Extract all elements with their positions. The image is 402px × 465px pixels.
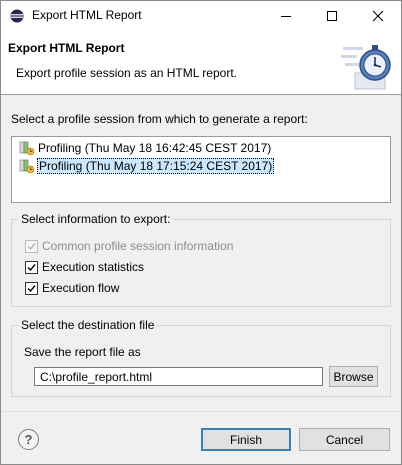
dialog-window: Export HTML Report Export HTML Report Ex… [0, 0, 402, 465]
footer-divider [1, 411, 401, 412]
checkmark-icon [27, 263, 36, 271]
stopwatch-banner-icon [341, 45, 391, 90]
window-title: Export HTML Report [32, 8, 142, 22]
execution-flow-checkbox[interactable] [25, 281, 38, 295]
help-symbol: ? [24, 432, 33, 447]
minimize-icon [281, 16, 291, 17]
checkmark-icon [27, 284, 36, 292]
cancel-button-label: Cancel [325, 432, 364, 447]
page-title: Export HTML Report [8, 41, 125, 55]
wizard-header: Export HTML Report Export profile sessio… [1, 31, 401, 95]
cancel-button[interactable]: Cancel [299, 428, 390, 451]
session-item-label: Profiling (Thu May 18 17:15:24 CEST 2017… [37, 158, 275, 174]
execution-flow-checkbox-row[interactable]: Execution flow [25, 281, 119, 295]
session-item-selected[interactable]: Profiling (Thu May 18 17:15:24 CEST 2017… [19, 158, 275, 174]
browse-button[interactable]: Browse [329, 366, 378, 387]
destination-file-value: C:\profile_report.html [40, 370, 153, 384]
browse-button-label: Browse [333, 369, 374, 384]
common-info-label: Common profile session information [42, 239, 234, 253]
execution-statistics-label[interactable]: Execution statistics [42, 260, 144, 274]
finish-button-label: Finish [229, 432, 262, 447]
checkmark-icon [27, 242, 36, 250]
title-bar[interactable]: Export HTML Report [1, 1, 401, 31]
finish-button[interactable]: Finish [201, 428, 291, 451]
common-info-checkbox-row: Common profile session information [25, 239, 233, 253]
maximize-button[interactable] [309, 1, 355, 31]
execution-statistics-checkbox[interactable] [25, 260, 38, 274]
profiling-session-icon [19, 159, 35, 174]
close-button[interactable] [355, 1, 401, 31]
session-list-label: Select a profile session from which to g… [11, 112, 308, 126]
execution-flow-label[interactable]: Execution flow [42, 281, 119, 295]
help-icon[interactable]: ? [18, 429, 39, 450]
destination-file-input[interactable]: C:\profile_report.html [34, 367, 323, 386]
eclipse-icon [10, 9, 24, 23]
common-info-checkbox [25, 239, 38, 253]
execution-statistics-checkbox-row[interactable]: Execution statistics [25, 260, 144, 274]
maximize-icon [327, 11, 337, 21]
minimize-button[interactable] [263, 1, 309, 31]
session-list[interactable]: Profiling (Thu May 18 16:42:45 CEST 2017… [11, 136, 391, 203]
profiling-session-icon [19, 141, 35, 156]
export-info-group-title: Select information to export: [18, 212, 174, 226]
close-icon [372, 10, 384, 22]
session-item-label: Profiling (Thu May 18 16:42:45 CEST 2017… [38, 141, 272, 155]
destination-group-title: Select the destination file [18, 318, 158, 332]
session-item[interactable]: Profiling (Thu May 18 16:42:45 CEST 2017… [19, 140, 272, 156]
save-file-label: Save the report file as [24, 345, 141, 359]
page-description: Export profile session as an HTML report… [16, 66, 237, 80]
